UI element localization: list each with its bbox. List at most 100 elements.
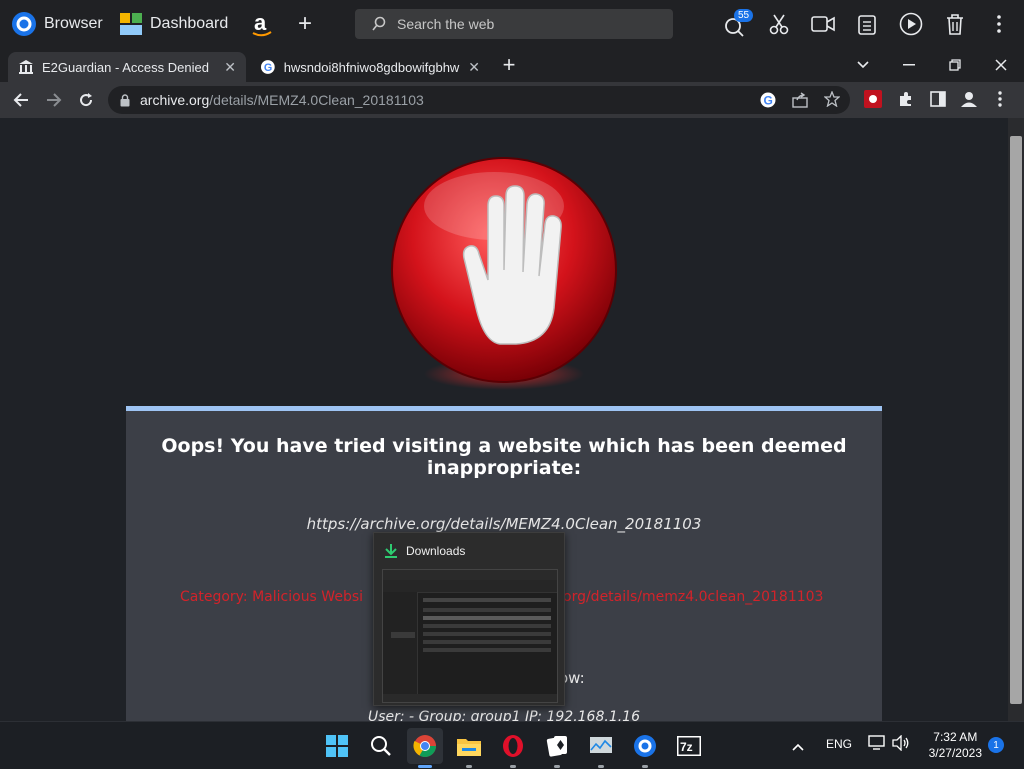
tab-title: hwsndoi8hfniwo8gdbowifgbhwi [283,59,461,75]
block-heading: Oops! You have tried visiting a website … [161,435,847,479]
puzzle-icon [900,92,911,106]
tab-title: E2Guardian - Access Denied [42,59,209,75]
reload-icon [80,93,93,107]
browser-logo-icon [12,12,36,36]
trash-button[interactable] [938,7,972,41]
avatar-icon [961,92,977,107]
downloads-window-thumbnail [382,569,558,703]
amazon-icon: a [252,10,272,37]
svg-text:G: G [764,94,773,108]
chrome-taskbar-button[interactable] [407,728,443,768]
bank-icon [19,60,33,74]
more-vertical-icon [997,15,1001,33]
minimize-icon [903,64,915,66]
side-panel-icon [930,91,946,107]
profile-button[interactable] [960,90,978,113]
svg-text:7z: 7z [680,740,693,754]
tab-search-result[interactable]: G hwsndoi8hfniwo8gdbowifgbhwi ✕ [250,52,490,82]
close-icon [995,59,1007,71]
restore-button[interactable] [938,48,972,82]
plus-icon: + [502,52,516,77]
google-g-icon: G [760,92,776,108]
url-path: /details/MEMZ4.0Clean_20181103 [209,92,424,108]
web-search-box[interactable]: Search the web [355,9,673,39]
svg-text:a: a [254,10,267,35]
folder-icon [457,739,481,756]
chrome-icon [413,735,436,757]
share-icon [792,92,808,108]
tab-close-icon[interactable]: ✕ [468,59,480,76]
browser-taskbar-button[interactable] [627,728,663,768]
browser-logo-icon [634,735,656,757]
dashboard-launcher[interactable]: Dashboard [120,0,228,48]
browser-launcher[interactable]: Browser [12,0,103,48]
google-lens-button[interactable]: G [760,92,776,111]
extensions-button[interactable] [898,91,914,112]
monitor-taskbar-button[interactable] [583,728,619,768]
arrow-right-icon [47,93,62,107]
user-group-ip-line: User: - Group: group1 IP: 192.168.1.16 [367,709,640,721]
blocked-url: https://archive.org/details/MEMZ4.0Clean… [306,515,702,533]
tab-close-icon[interactable]: ✕ [224,59,236,76]
shell-menu-button[interactable] [982,7,1016,41]
clipboard-icon [858,15,876,35]
7zip-taskbar-button[interactable]: 7z [671,728,707,764]
tab-e2guardian[interactable]: E2Guardian - Access Denied ✕ [8,52,246,82]
side-panel-button[interactable] [930,91,946,112]
dashboard-icon [120,13,142,35]
show-hidden-icons-button[interactable] [792,738,804,756]
reload-button[interactable] [69,83,103,117]
url-bar[interactable]: archive.org/details/MEMZ4.0Clean_2018110… [108,86,850,114]
category-text-left: Category: Malicious Websi [180,589,364,605]
search-icon [371,736,391,756]
clock[interactable]: 7:32 AM 3/27/2023 [929,729,982,761]
tab-strip: E2Guardian - Access Denied ✕ G hwsndoi8h… [0,48,1024,82]
new-tab-button[interactable]: + [492,48,526,82]
clipboard-button[interactable] [850,7,884,41]
url-host: archive.org [140,92,210,108]
restore-icon [949,59,961,71]
opera-taskbar-button[interactable] [495,728,531,768]
back-button[interactable] [4,83,38,117]
file-explorer-taskbar-button[interactable] [451,728,487,768]
tab-search-button[interactable] [846,48,880,82]
scrollbar-thumb[interactable] [1010,136,1022,704]
shell-top-bar: Browser Dashboard a + Search the web 55 [0,0,1024,49]
start-button[interactable] [319,728,355,764]
snip-button[interactable] [762,7,796,41]
notification-center-badge[interactable]: 1 [988,737,1004,753]
video-button[interactable] [806,7,840,41]
chevron-down-icon [857,61,869,69]
solitaire-taskbar-button[interactable] [539,728,575,768]
performance-monitor-icon [590,737,612,753]
browser-menu-button[interactable] [998,91,1002,112]
chevron-up-icon [792,743,804,751]
search-icon [372,16,386,31]
play-button[interactable] [894,7,928,41]
language-indicator[interactable]: ENG [826,737,852,751]
stop-hand-icon [391,157,617,390]
network-icon[interactable] [868,735,886,756]
search-taskbar-button[interactable] [363,728,399,764]
forward-button[interactable] [37,83,71,117]
downloads-preview-header: Downloads [374,533,564,569]
minimize-button[interactable] [892,48,926,82]
7zip-icon: 7z [677,736,701,756]
volume-icon[interactable] [892,734,910,756]
arrow-left-icon [13,93,28,107]
browser-label: Browser [44,15,103,32]
amazon-shortcut[interactable]: a [250,10,274,38]
windows-taskbar: 7z ENG 7:32 AM 3/27/2023 1 [0,721,1024,769]
clock-time: 7:32 AM [933,730,978,744]
video-camera-icon [811,16,835,32]
add-shortcut-button[interactable]: + [288,7,322,41]
downloads-preview-popup[interactable]: Downloads [373,532,565,706]
notifications-button[interactable]: 55 [718,7,754,41]
share-button[interactable] [792,92,808,111]
extension-red-button[interactable] [864,90,882,113]
bookmark-button[interactable] [823,90,841,110]
play-circle-icon [899,12,923,36]
close-window-button[interactable] [984,48,1018,82]
extension-logo-icon [864,90,882,108]
search-placeholder: Search the web [397,16,495,32]
